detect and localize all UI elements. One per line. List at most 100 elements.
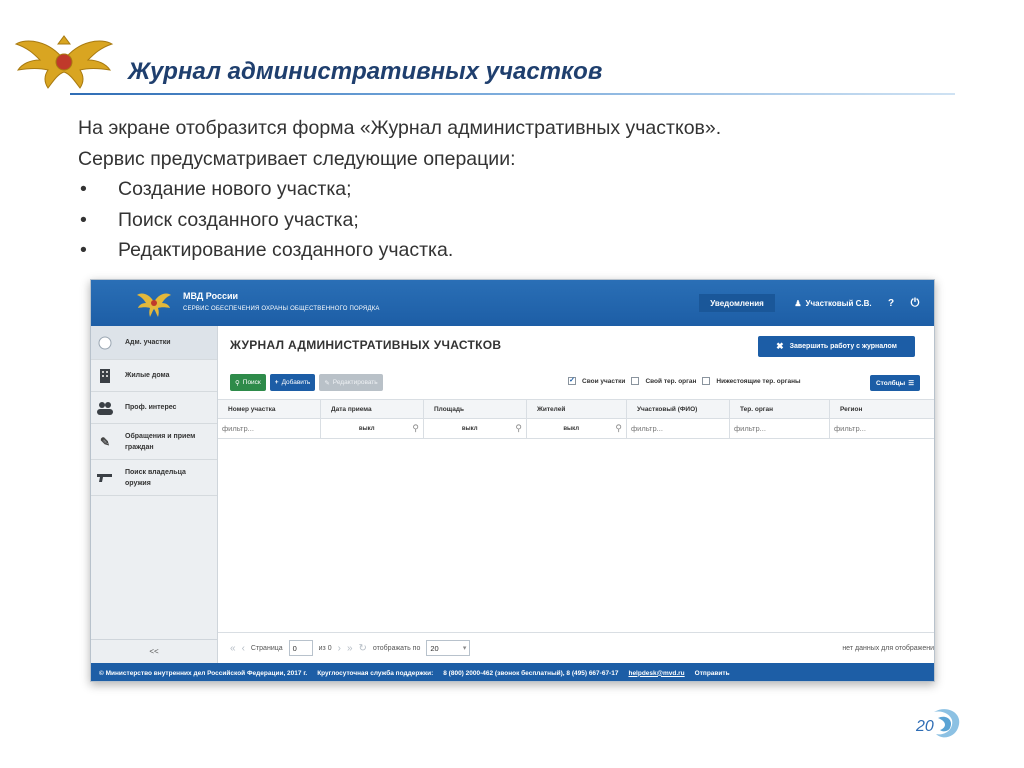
search-label: Поиск: [242, 379, 261, 386]
filter-input[interactable]: фильтр...: [627, 419, 730, 438]
column-header[interactable]: Регион: [830, 400, 934, 418]
people-icon: [97, 400, 113, 416]
column-header[interactable]: Жителей: [527, 400, 627, 418]
bullet-text: Поиск созданного участка;: [118, 208, 359, 231]
column-header[interactable]: Участковый (ФИО): [627, 400, 730, 418]
app-brand: МВД России: [183, 291, 239, 301]
bullet-item: • Создание нового участка;: [78, 174, 721, 205]
page-input[interactable]: 0: [288, 640, 313, 656]
no-data-message: нет данных для отображени: [842, 644, 934, 652]
notifications-button[interactable]: Уведомления: [699, 294, 775, 312]
page-number: 20: [916, 718, 934, 735]
search-icon: ⚲: [235, 379, 240, 387]
search-icon: ⚲: [515, 423, 522, 433]
app-footer: © Министерство внутренних дел Российской…: [91, 663, 934, 681]
filter-select-value: выкл: [358, 425, 375, 432]
lower-orgs-checkbox[interactable]: [702, 377, 711, 385]
finish-label: Завершить работу с журналом: [789, 343, 897, 350]
bullet-item: • Редактирование созданного участка.: [78, 235, 721, 266]
add-button[interactable]: + Добавить: [269, 374, 316, 391]
own-areas-label: Свои участки: [582, 377, 626, 385]
sidebar-item-houses[interactable]: Жилые дома: [91, 360, 217, 392]
pagination-bar: « ‹ Страница 0 из 0 › » ↻ отображать по …: [218, 632, 934, 663]
search-button[interactable]: ⚲ Поиск: [230, 374, 266, 391]
finish-journal-button[interactable]: ✖ Завершить работу с журналом: [758, 336, 915, 357]
filter-input[interactable]: фильтр...: [730, 419, 830, 438]
table-header-row: Номер участка Дата приема Площадь Жителе…: [218, 399, 934, 419]
main-panel: ЖУРНАЛ АДМИНИСТРАТИВНЫХ УЧАСТКОВ ✖ Заверш…: [218, 326, 934, 663]
columns-button[interactable]: Столбцы ☰: [870, 375, 920, 391]
last-page-icon[interactable]: »: [347, 643, 353, 654]
filter-select[interactable]: выкл ⚲: [321, 419, 424, 438]
close-icon: ✖: [776, 341, 784, 351]
app-screenshot: МВД России Сервис обеспечения охраны общ…: [90, 279, 935, 682]
edit-label: Редактировать: [332, 379, 378, 386]
bullet-item: • Поиск созданного участка;: [78, 205, 721, 236]
page-heading: ЖУРНАЛ АДМИНИСТРАТИВНЫХ УЧАСТКОВ: [230, 338, 502, 352]
filter-select-value: выкл: [563, 425, 580, 432]
own-org-label: Свой тер. орган: [645, 377, 697, 385]
column-header[interactable]: Номер участка: [218, 400, 321, 418]
bullet-text: Создание нового участка;: [118, 178, 352, 200]
toolbar: ⚲ Поиск + Добавить ✎ Редактировать: [230, 374, 383, 391]
pencil-icon: ✎: [324, 379, 330, 387]
sidebar-item-appeals[interactable]: ✎ Обращения и прием граждан: [91, 424, 217, 460]
filter-select[interactable]: выкл ⚲: [527, 419, 627, 438]
add-label: Добавить: [281, 379, 311, 386]
power-icon[interactable]: ⏻: [907, 294, 923, 312]
per-page-label: отображать по: [372, 644, 421, 652]
sidebar-item-label: Поиск владельца оружия: [125, 468, 186, 487]
areas-table: Номер участка Дата приема Площадь Жителе…: [218, 399, 934, 439]
first-page-icon[interactable]: «: [230, 643, 236, 654]
bullet-text: Редактирование созданного участка.: [118, 239, 454, 261]
sidebar-item-label: Проф. интерес: [125, 404, 177, 411]
columns-label: Столбцы: [875, 379, 906, 387]
sidebar-collapse-button[interactable]: <<: [91, 639, 217, 663]
send-link[interactable]: Отправить: [695, 670, 730, 677]
app-subtitle: Сервис обеспечения охраны общественного …: [183, 306, 380, 312]
eagle-logo-icon: [137, 293, 171, 317]
column-header[interactable]: Тер. орган: [730, 400, 830, 418]
edit-button[interactable]: ✎ Редактировать: [319, 374, 383, 391]
chevron-down-icon: ▾: [462, 645, 467, 652]
prev-page-icon[interactable]: ‹: [242, 643, 245, 654]
slide-title: Журнал административных участков: [128, 58, 603, 85]
helpdesk-email-link[interactable]: helpdesk@mvd.ru: [628, 670, 684, 677]
search-icon: ⚲: [615, 423, 622, 433]
lower-orgs-label: Нижестоящие тер. органы: [716, 377, 801, 385]
title-divider: [70, 93, 955, 95]
eagle-emblem-icon: [14, 35, 114, 89]
column-header[interactable]: Дата приема: [321, 400, 424, 418]
app-header: МВД России Сервис обеспечения охраны общ…: [91, 280, 934, 326]
plus-icon: +: [274, 379, 279, 386]
sidebar-item-adm-uchastki[interactable]: Адм. участки: [91, 326, 217, 360]
user-icon: ♟: [794, 298, 802, 308]
sidebar: Адм. участки Жилые дома Проф. интерес ✎ …: [91, 326, 218, 663]
copyright-text: © Министерство внутренних дел Российской…: [99, 669, 308, 677]
sidebar-item-weapon-owner[interactable]: Поиск владельца оружия: [91, 460, 217, 496]
sidebar-item-label: Адм. участки: [125, 339, 171, 346]
filter-input[interactable]: фильтр...: [218, 419, 321, 438]
own-org-checkbox[interactable]: [631, 377, 640, 385]
page-label: Страница: [250, 644, 283, 652]
help-button[interactable]: ?: [883, 294, 899, 312]
sidebar-item-interest[interactable]: Проф. интерес: [91, 392, 217, 424]
user-menu[interactable]: ♟ Участковый С.В.: [785, 294, 881, 312]
filter-select-value: выкл: [461, 425, 478, 432]
next-page-icon[interactable]: ›: [338, 643, 341, 654]
user-name: Участковый С.В.: [805, 298, 872, 308]
column-header[interactable]: Площадь: [424, 400, 527, 418]
edit-icon: ✎: [99, 434, 111, 449]
filter-select[interactable]: выкл ⚲: [424, 419, 527, 438]
intro-line: Сервис предусматривает следующие операци…: [78, 147, 516, 170]
per-page-select[interactable]: 20 ▾: [426, 640, 471, 656]
per-page-value: 20: [430, 643, 439, 653]
filter-input[interactable]: фильтр...: [830, 419, 934, 438]
own-areas-checkbox[interactable]: ✓: [568, 377, 576, 385]
gun-icon: [97, 470, 113, 486]
page-count: из 0: [318, 644, 332, 652]
refresh-icon[interactable]: ↻: [359, 643, 367, 654]
support-label: Круглосуточная служба поддержки:: [317, 669, 434, 677]
bullet-marker: •: [80, 239, 87, 261]
support-phones: 8 (800) 2000-462 (звонок бесплатный), 8 …: [443, 669, 619, 677]
